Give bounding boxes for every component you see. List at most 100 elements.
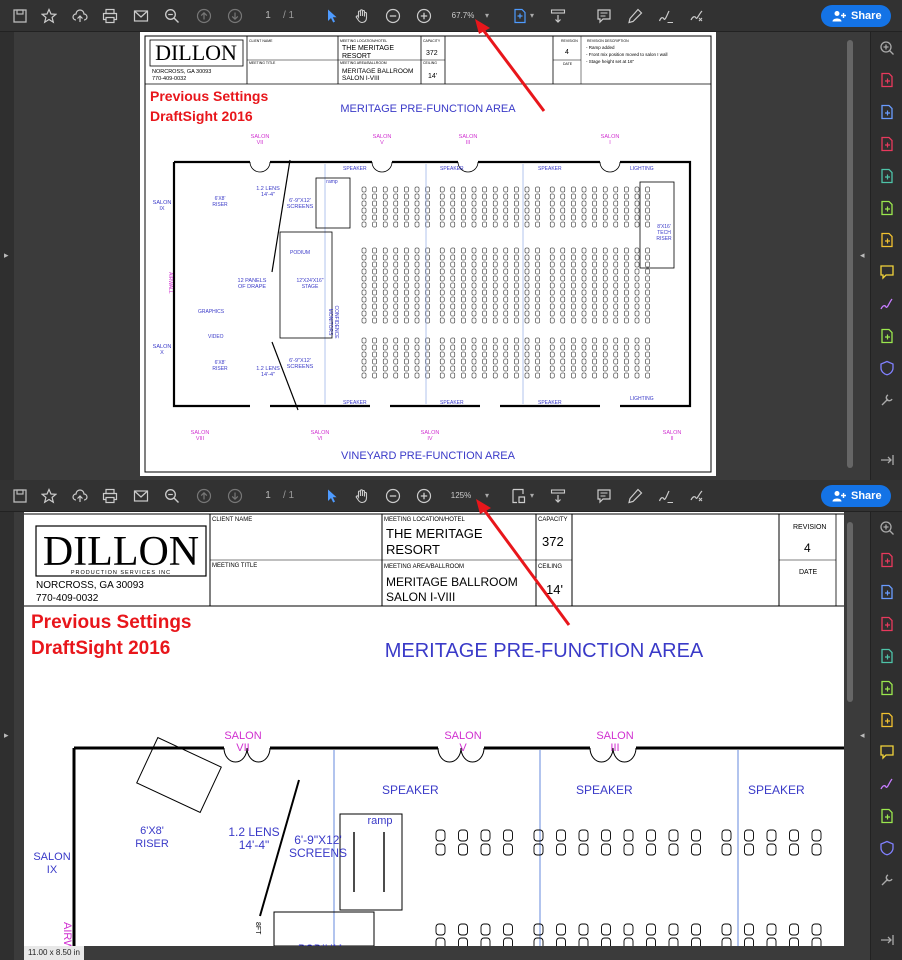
chair	[581, 200, 587, 207]
page-up-icon[interactable]	[196, 8, 212, 24]
combine-files-icon[interactable]	[879, 104, 895, 120]
organize-pages-icon[interactable]	[879, 616, 895, 632]
podium-label: PODIUM	[290, 250, 310, 256]
hand-pan-icon[interactable]	[354, 8, 370, 24]
fill-sign-tool-icon[interactable]	[879, 296, 895, 312]
right-collapse-icon[interactable]: ◂	[860, 730, 865, 741]
left-collapse-icon[interactable]: ▸	[4, 250, 9, 261]
pdf-page-zoomed: DILLON PRODUCTION SERVICES INC NORCROSS,…	[24, 512, 844, 946]
chair	[461, 261, 466, 268]
comment-tool-icon[interactable]	[879, 744, 895, 760]
chair	[514, 261, 519, 268]
cloud-upload-icon[interactable]	[72, 8, 88, 24]
edit-pdf-icon[interactable]	[879, 168, 895, 184]
expand-icon[interactable]	[879, 932, 895, 948]
more-tools-icon[interactable]	[879, 392, 895, 408]
highlight-pen-icon[interactable]	[627, 8, 643, 24]
export-pdf-icon[interactable]	[879, 72, 895, 88]
fill-sign-icon[interactable]	[689, 8, 705, 24]
chair	[461, 221, 466, 228]
zoom-search-icon[interactable]	[164, 8, 180, 24]
edit-pdf-icon[interactable]	[879, 648, 895, 664]
save-icon[interactable]	[12, 488, 28, 504]
save-icon[interactable]	[12, 8, 28, 24]
chair	[634, 254, 640, 261]
bottom-vertical-scrollbar[interactable]	[845, 512, 855, 958]
comment-icon[interactable]	[596, 488, 612, 504]
chair	[514, 372, 519, 379]
right-collapse-icon[interactable]: ◂	[860, 250, 865, 261]
page-number-input[interactable]: 1	[255, 487, 281, 505]
highlight-pen-icon[interactable]	[627, 488, 643, 504]
draw-sign-icon[interactable]	[658, 8, 674, 24]
compress-icon[interactable]	[879, 680, 895, 696]
zoom-icon[interactable]	[879, 520, 895, 536]
fit-dropdown-icon[interactable]: ▾	[527, 8, 537, 24]
page-number-input[interactable]: 1	[255, 7, 281, 25]
page-up-icon[interactable]	[196, 488, 212, 504]
fit-page-icon[interactable]	[510, 488, 526, 504]
chair	[435, 843, 446, 856]
top-vertical-scrollbar[interactable]	[845, 32, 855, 478]
chair	[560, 310, 566, 317]
left-collapse-icon[interactable]: ▸	[4, 730, 9, 741]
export-pdf-icon[interactable]	[879, 552, 895, 568]
comment-icon[interactable]	[596, 8, 612, 24]
cloud-upload-icon[interactable]	[72, 488, 88, 504]
share-button[interactable]: Share	[821, 5, 891, 27]
expand-icon[interactable]	[879, 452, 895, 468]
zoom-dropdown-icon[interactable]: ▾	[482, 8, 492, 24]
zoom-level-input[interactable]: 125%	[444, 487, 478, 505]
select-arrow-icon[interactable]	[324, 488, 340, 504]
email-icon[interactable]	[133, 488, 149, 504]
chair	[361, 289, 367, 296]
fill-sign-tool-icon[interactable]	[879, 776, 895, 792]
scrollbar-thumb[interactable]	[847, 522, 853, 702]
protect-icon[interactable]	[879, 360, 895, 376]
chair	[811, 829, 822, 842]
chair	[482, 214, 487, 221]
hand-pan-icon[interactable]	[354, 488, 370, 504]
share-button[interactable]: Share	[821, 485, 891, 507]
compress-icon[interactable]	[879, 200, 895, 216]
fit-dropdown-icon[interactable]: ▾	[527, 488, 537, 504]
comment-tool-icon[interactable]	[879, 264, 895, 280]
scroll-mode-icon[interactable]	[550, 488, 566, 504]
create-pdf-icon[interactable]	[879, 232, 895, 248]
zoom-search-icon[interactable]	[164, 488, 180, 504]
bookmark-star-icon[interactable]	[41, 8, 57, 24]
chair	[514, 337, 519, 344]
print-icon[interactable]	[102, 488, 118, 504]
door-arc	[371, 161, 393, 173]
draw-sign-icon[interactable]	[658, 488, 674, 504]
zoom-in-icon[interactable]	[416, 8, 432, 24]
zoom-out-icon[interactable]	[385, 488, 401, 504]
combine-files-icon[interactable]	[879, 584, 895, 600]
scroll-mode-icon[interactable]	[550, 8, 566, 24]
page-down-icon[interactable]	[227, 488, 243, 504]
zoom-dropdown-icon[interactable]: ▾	[482, 488, 492, 504]
scrollbar-thumb[interactable]	[847, 40, 853, 468]
chair	[450, 310, 456, 317]
fit-page-icon[interactable]	[512, 8, 528, 24]
protect-icon[interactable]	[879, 840, 895, 856]
chair	[634, 289, 640, 296]
chair	[450, 193, 456, 200]
zoom-out-icon[interactable]	[385, 8, 401, 24]
print-icon[interactable]	[102, 8, 118, 24]
fill-sign-icon[interactable]	[689, 488, 705, 504]
zoom-level-input[interactable]: 67.7%	[446, 7, 480, 25]
location-value-2: RESORT	[386, 542, 440, 557]
zoom-icon[interactable]	[879, 40, 895, 56]
print-production-icon[interactable]	[879, 808, 895, 824]
page-down-icon[interactable]	[227, 8, 243, 24]
print-production-icon[interactable]	[879, 328, 895, 344]
bookmark-star-icon[interactable]	[41, 488, 57, 504]
organize-pages-icon[interactable]	[879, 136, 895, 152]
select-arrow-icon[interactable]	[324, 8, 340, 24]
email-icon[interactable]	[133, 8, 149, 24]
chair	[613, 303, 619, 310]
create-pdf-icon[interactable]	[879, 712, 895, 728]
zoom-in-icon[interactable]	[416, 488, 432, 504]
more-tools-icon[interactable]	[879, 872, 895, 888]
